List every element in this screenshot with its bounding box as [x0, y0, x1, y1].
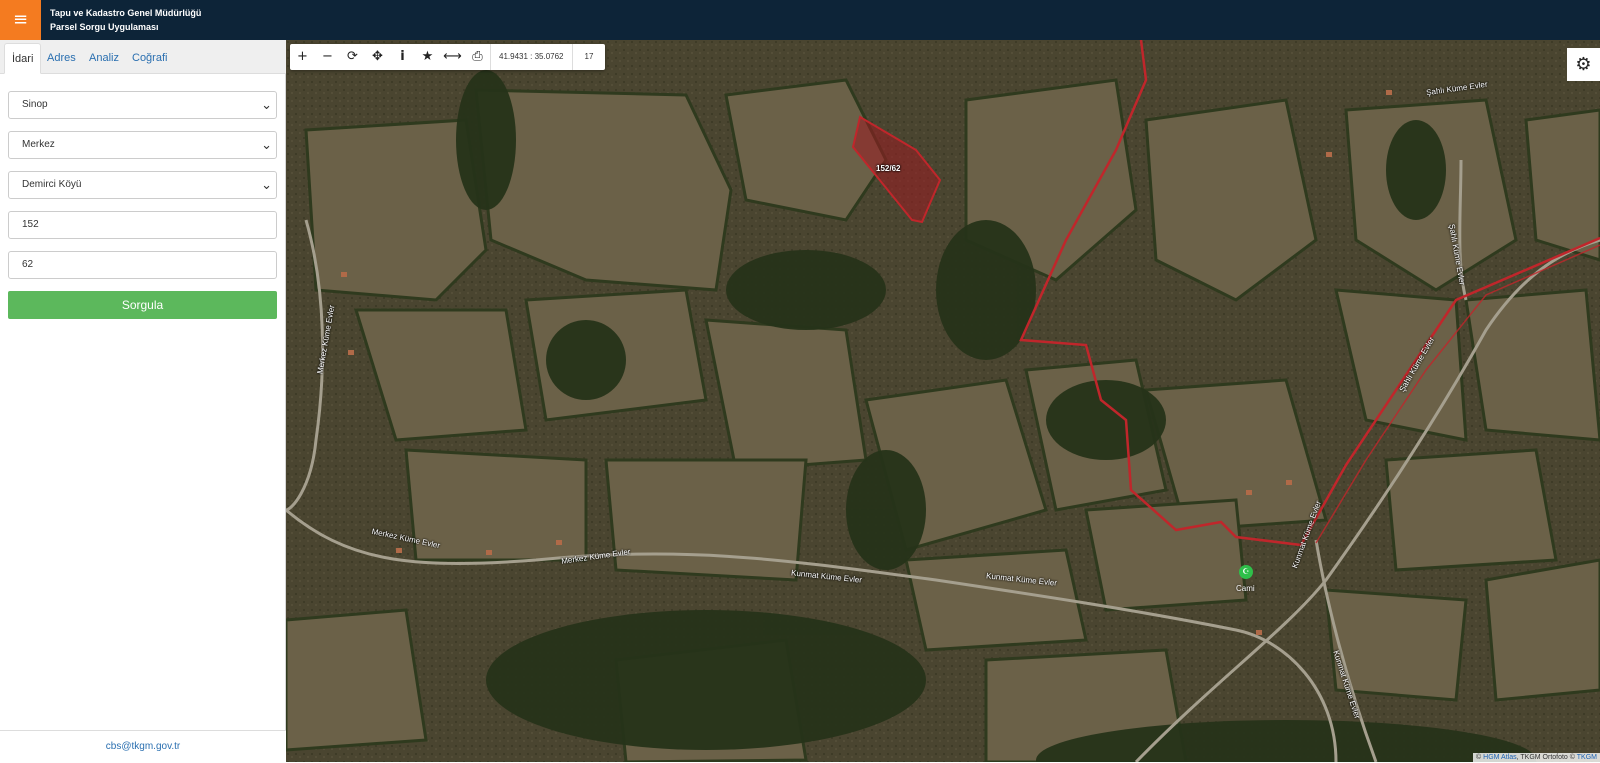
sidebar: İdari Adres Analiz Coğrafi Sinop ⌄ Merke…	[0, 40, 286, 762]
poi-label: Cami	[1236, 584, 1255, 593]
info-icon: i	[400, 49, 405, 64]
mosque-icon[interactable]: ☪	[1239, 565, 1253, 579]
locate-icon: ✥	[372, 49, 383, 64]
zoom-in-button[interactable]: +	[290, 44, 315, 70]
sidebar-tabs: İdari Adres Analiz Coğrafi	[0, 40, 286, 74]
parcel-input[interactable]: 62	[8, 251, 277, 279]
print-icon: ⎙	[472, 49, 483, 64]
favorite-button[interactable]: ★	[415, 44, 440, 70]
settings-button[interactable]: ⚙	[1567, 48, 1600, 81]
parcel-label: 152/62	[876, 164, 901, 173]
district-value: Merkez	[22, 139, 55, 150]
attribution-middle: , TKGM Ortofoto ©	[1516, 754, 1575, 761]
app-header: ≡ Tapu ve Kadastro Genel Müdürlüğü Parse…	[0, 0, 1600, 40]
province-value: Sinop	[22, 99, 48, 110]
zoom-level: 17	[571, 44, 606, 70]
tab-idari[interactable]: İdari	[4, 43, 42, 74]
info-button[interactable]: i	[390, 44, 415, 70]
map-toolbar: + − ⟳ ✥ i ★ ⟷ ⎙ 41.9431 : 35.0762 17	[290, 44, 606, 70]
district-select[interactable]: Merkez ⌄	[8, 131, 277, 159]
neighborhood-value: Demirci Köyü	[22, 179, 82, 190]
attribution-prefix: ©	[1476, 754, 1482, 761]
measure-button[interactable]: ⟷	[440, 44, 465, 70]
block-input[interactable]: 152	[8, 211, 277, 239]
refresh-icon: ⟳	[347, 49, 358, 64]
contact-email-link[interactable]: cbs@tkgm.gov.tr	[0, 730, 286, 762]
tab-analiz[interactable]: Analiz	[82, 43, 126, 74]
chevron-down-icon: ⌄	[261, 97, 272, 112]
refresh-button[interactable]: ⟳	[340, 44, 365, 70]
app-title-line1: Tapu ve Kadastro Genel Müdürlüğü	[50, 8, 202, 18]
menu-button[interactable]: ≡	[0, 0, 41, 40]
attribution-link-hgm[interactable]: HGM Atlas	[1483, 754, 1516, 761]
hamburger-icon: ≡	[12, 9, 29, 30]
print-button[interactable]: ⎙	[465, 44, 490, 70]
tab-cografi[interactable]: Coğrafi	[125, 43, 174, 74]
map-attribution: © HGM Atlas, TKGM Ortofoto © TKGM	[1473, 753, 1600, 762]
neighborhood-select[interactable]: Demirci Köyü ⌄	[8, 171, 277, 199]
query-button[interactable]: Sorgula	[8, 291, 277, 319]
star-icon: ★	[421, 49, 434, 64]
aerial-imagery	[286, 40, 1600, 762]
minus-icon: −	[322, 49, 333, 64]
attribution-link-tkgm[interactable]: TKGM	[1577, 754, 1597, 761]
zoom-out-button[interactable]: −	[315, 44, 340, 70]
map-view[interactable]: 152/62 Merkez Küme Evler Merkez Küme Evl…	[286, 40, 1600, 762]
tab-adres[interactable]: Adres	[40, 43, 83, 74]
coordinate-readout: 41.9431 : 35.0762	[490, 44, 572, 70]
measure-icon: ⟷	[443, 49, 462, 64]
province-select[interactable]: Sinop ⌄	[8, 91, 277, 119]
locate-button[interactable]: ✥	[365, 44, 390, 70]
chevron-down-icon: ⌄	[261, 177, 272, 192]
plus-icon: +	[297, 49, 308, 64]
chevron-down-icon: ⌄	[261, 137, 272, 152]
gear-icon: ⚙	[1575, 54, 1592, 75]
app-title-line2: Parsel Sorgu Uygulaması	[50, 22, 159, 32]
app-title: Tapu ve Kadastro Genel Müdürlüğü Parsel …	[50, 6, 201, 34]
